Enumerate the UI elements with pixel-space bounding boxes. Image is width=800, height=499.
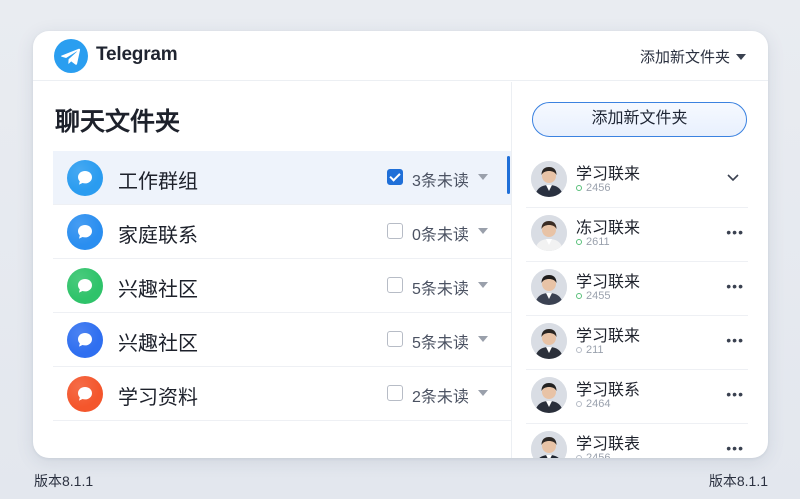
contact-status-text: 211 (586, 344, 604, 356)
contact-name: 学习联表 (576, 436, 641, 453)
contact-status-text: 2456 (586, 452, 611, 458)
contact-item[interactable]: 学习联来 2455 ••• (526, 262, 748, 316)
chat-bubble-icon (67, 268, 103, 304)
more-options-icon[interactable]: ••• (726, 278, 744, 294)
unread-count: 2条未读 (412, 389, 469, 406)
add-folder-button[interactable]: 添加新文件夹 (532, 102, 747, 137)
caret-down-icon[interactable] (478, 174, 488, 180)
status-dot-icon (576, 185, 582, 191)
contact-item[interactable]: 学习联表 2456 ••• (526, 424, 748, 458)
contact-status: 211 (576, 344, 604, 356)
folder-name: 学习资料 (118, 387, 198, 409)
contact-status: 2464 (576, 398, 610, 410)
contact-status: 2456 (576, 452, 610, 458)
folder-row[interactable]: 学习资料 2条未读 (53, 367, 511, 421)
folder-checkbox[interactable] (387, 223, 403, 239)
folders-card: Telegram 添加新文件夹 聊天文件夹 工作群组 3条未读家庭联系 0条未读兴趣… (33, 31, 768, 458)
folder-row[interactable]: 兴趣社区 5条未读 (53, 313, 511, 367)
unread-count: 3条未读 (412, 173, 469, 190)
contact-status: 2455 (576, 290, 610, 302)
folder-row[interactable]: 工作群组 3条未读 (53, 151, 511, 205)
avatar (531, 215, 567, 251)
folder-checkbox[interactable] (387, 385, 403, 401)
more-options-icon[interactable]: ••• (726, 440, 744, 456)
avatar (531, 269, 567, 305)
status-dot-icon (576, 347, 582, 353)
contact-name: 冻习联来 (576, 220, 641, 237)
chat-bubble-icon (67, 160, 103, 196)
status-dot-icon (576, 293, 582, 299)
contact-name: 学习联系 (576, 382, 641, 399)
contact-item[interactable]: 学习联系 2464 ••• (526, 370, 748, 424)
version-label-right: 版本8.1.1 (708, 473, 768, 489)
chat-bubble-icon (67, 376, 103, 412)
folder-checkbox[interactable] (387, 169, 403, 185)
status-dot-icon (576, 239, 582, 245)
contact-item[interactable]: 学习联来 2456 (526, 154, 748, 208)
avatar (531, 377, 567, 413)
caret-down-icon[interactable] (478, 390, 488, 396)
version-label-left: 版本8.1.1 (34, 473, 94, 489)
contact-name: 学习联来 (576, 274, 641, 291)
folder-checkbox[interactable] (387, 331, 403, 347)
avatar (531, 431, 567, 458)
unread-count: 5条未读 (412, 335, 469, 352)
folder-list-panel: 聊天文件夹 工作群组 3条未读 家庭联系 0条未读 兴趣社区 5条未读 兴趣社区 5条未读 学习… (33, 82, 511, 458)
caret-down-icon[interactable] (478, 282, 488, 288)
chat-bubble-icon (67, 322, 103, 358)
caret-down-icon (736, 53, 746, 60)
avatar (531, 323, 567, 359)
contact-status: 2611 (576, 236, 610, 248)
unread-count: 0条未读 (412, 227, 469, 244)
contact-name: 学习联来 (576, 166, 641, 183)
contact-status: 2456 (576, 182, 610, 194)
contact-name: 学习联来 (576, 328, 641, 345)
more-options-icon[interactable]: ••• (726, 332, 744, 348)
contact-list: 学习联来 2456 冻习联来 2611 ••• 学习联来 2455 ••• 学习联来 211 •••… (526, 154, 748, 458)
contact-item[interactable]: 学习联来 211 ••• (526, 316, 748, 370)
folder-name: 家庭联系 (118, 225, 198, 247)
contact-status-text: 2464 (586, 398, 611, 410)
caret-down-icon[interactable] (478, 336, 488, 342)
app-name: Telegram (96, 44, 178, 65)
folder-row[interactable]: 家庭联系 0条未读 (53, 205, 511, 259)
folder-name: 兴趣社区 (118, 279, 198, 301)
more-options-icon[interactable]: ••• (726, 386, 744, 402)
chat-bubble-icon (67, 214, 103, 250)
unread-count: 5条未读 (412, 281, 469, 298)
add-folder-menu-label: 添加新文件夹 (639, 49, 730, 66)
avatar (531, 161, 567, 197)
contact-item[interactable]: 冻习联来 2611 ••• (526, 208, 748, 262)
caret-down-icon[interactable] (478, 228, 488, 234)
telegram-logo-icon (54, 39, 88, 73)
contacts-panel: 添加新文件夹 学习联来 2456 冻习联来 2611 ••• 学习联来 2455 ••• 学习联… (512, 82, 768, 458)
more-options-icon[interactable]: ••• (726, 224, 744, 240)
contact-status-text: 2456 (586, 182, 611, 194)
chevron-down-icon[interactable] (726, 170, 740, 184)
top-bar: Telegram 添加新文件夹 (33, 31, 768, 81)
selection-indicator (507, 156, 510, 194)
page-title: 聊天文件夹 (55, 108, 181, 136)
folder-name: 工作群组 (118, 171, 198, 193)
contact-status-text: 2455 (586, 290, 611, 302)
folder-checkbox[interactable] (387, 277, 403, 293)
status-dot-icon (576, 401, 582, 407)
contact-status-text: 2611 (586, 236, 610, 248)
status-dot-icon (576, 455, 582, 458)
folder-list: 工作群组 3条未读 家庭联系 0条未读 兴趣社区 5条未读 兴趣社区 5条未读 学习资料 2条未读 (53, 151, 511, 421)
folder-row[interactable]: 兴趣社区 5条未读 (53, 259, 511, 313)
folder-name: 兴趣社区 (118, 333, 198, 355)
add-folder-menu[interactable]: 添加新文件夹 (640, 46, 746, 67)
